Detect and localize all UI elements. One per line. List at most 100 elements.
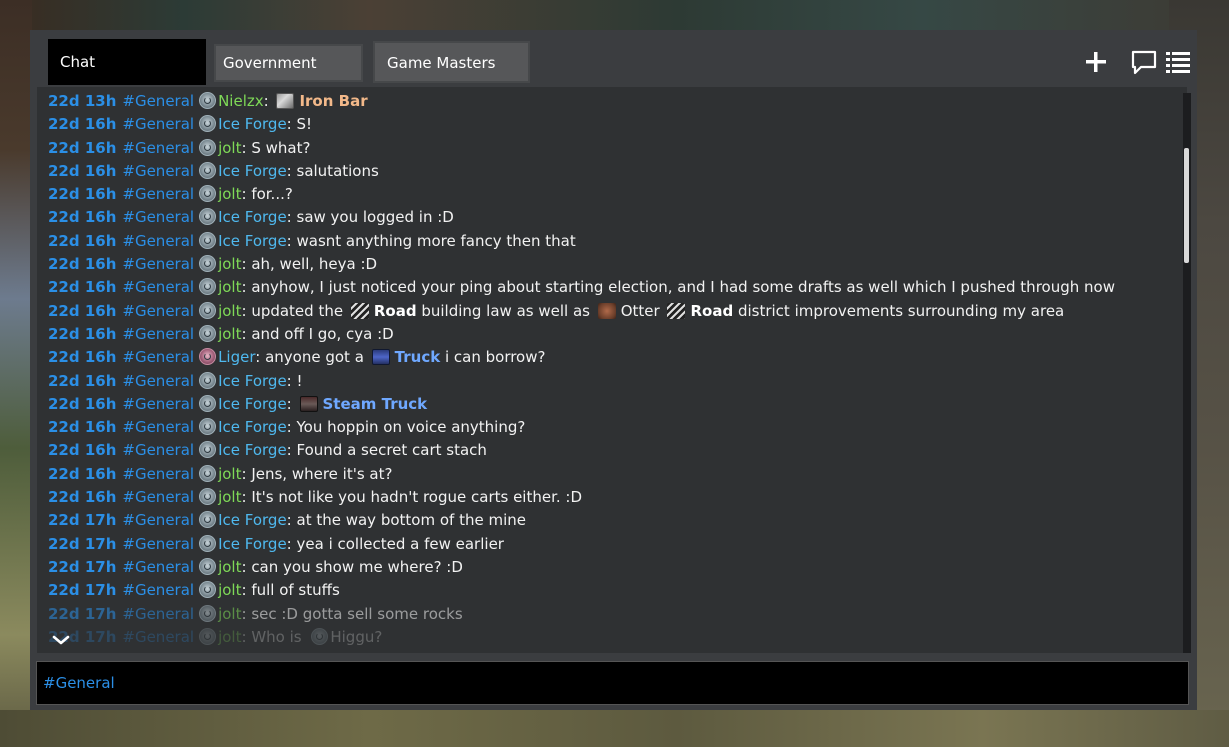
channel-link[interactable]: #General [122, 465, 194, 483]
username-link[interactable]: jolt [218, 185, 241, 203]
message-text: saw you logged in :D [296, 208, 454, 227]
channel-link[interactable]: #General [122, 302, 194, 320]
chat-message: 22d 16h #General jolt: updated the Road bu… [48, 300, 1167, 323]
channel-link[interactable]: #General [122, 418, 194, 436]
username-link[interactable]: Ice Forge [218, 162, 287, 180]
message-text: i can borrow? [440, 348, 546, 367]
message-text: sec :D gotta sell some rocks [251, 604, 463, 623]
message-separator: : [241, 301, 252, 320]
username-link[interactable]: Ice Forge [218, 232, 287, 250]
username-link[interactable]: Ice Forge [218, 511, 287, 529]
channel-link[interactable]: #General [122, 395, 194, 413]
username-link[interactable]: Ice Forge [218, 441, 287, 459]
message-text: full of stuffs [251, 581, 340, 600]
username-link[interactable]: Ice Forge [218, 372, 287, 390]
channel-link[interactable]: #General [122, 185, 194, 203]
chat-input-box[interactable] [36, 661, 1189, 705]
channel-link[interactable]: #General [122, 232, 194, 250]
chat-message: 22d 17h #General jolt: sec :D gotta sell s… [48, 603, 1167, 626]
chat-message: 22d 16h #General jolt: and off I go, cya :… [48, 323, 1167, 346]
chat-scrollbar[interactable] [1183, 93, 1191, 653]
message-separator: : [241, 627, 252, 646]
channel-link[interactable]: #General [122, 558, 194, 576]
username-link[interactable]: jolt [218, 628, 241, 646]
username-link[interactable]: Ice Forge [218, 208, 287, 226]
message-separator: : [241, 255, 252, 274]
channel-link[interactable]: #General [122, 115, 194, 133]
channel-link[interactable]: #General [122, 581, 194, 599]
chat-log[interactable]: 22d 13h #General Nielzx: Iron Bar 22d 16h #G… [37, 87, 1187, 653]
username-link[interactable]: jolt [218, 302, 241, 320]
message-timestamp: 22d 16h [48, 231, 117, 250]
message-text: building law as well as [416, 301, 595, 320]
channel-link[interactable]: #General [122, 208, 194, 226]
scrollbar-thumb[interactable] [1184, 148, 1189, 263]
avatar-icon [199, 534, 217, 552]
username-link[interactable]: Nielzx [218, 92, 264, 110]
username-link[interactable]: jolt [218, 255, 241, 273]
message-separator: : [286, 418, 297, 437]
avatar-icon [199, 161, 217, 179]
channel-link[interactable]: #General [122, 488, 194, 506]
username-link[interactable]: Ice Forge [218, 115, 287, 133]
message-timestamp: 22d 13h [48, 92, 117, 110]
chat-message: 22d 16h #General Ice Forge: saw you logged… [48, 206, 1167, 229]
message-text: Otter [620, 301, 665, 320]
channel-link[interactable]: #General [122, 535, 194, 553]
channel-link[interactable]: #General [122, 348, 194, 366]
username-link[interactable]: jolt [218, 605, 241, 623]
item-link[interactable]: Truck [395, 348, 441, 366]
channel-link[interactable]: #General [122, 325, 194, 343]
item-link[interactable]: Road [690, 302, 733, 320]
channel-link[interactable]: #General [122, 628, 194, 646]
tab-game-masters[interactable]: Game Masters [373, 41, 530, 83]
username-link[interactable]: Ice Forge [218, 535, 287, 553]
channel-link[interactable]: #General [122, 255, 194, 273]
username-link[interactable]: Liger [218, 348, 255, 366]
username-link[interactable]: jolt [218, 488, 241, 506]
plus-icon[interactable] [1082, 48, 1110, 76]
username-link[interactable]: jolt [218, 139, 241, 157]
message-text: wasnt anything more fancy then that [296, 231, 576, 250]
item-link[interactable]: Iron Bar [299, 92, 367, 110]
channel-link[interactable]: #General [122, 441, 194, 459]
chat-message: 22d 16h #General Ice Forge: Found a secret… [48, 439, 1167, 462]
tab-government[interactable]: Government [214, 44, 363, 82]
channel-link[interactable]: #General [122, 278, 194, 296]
list-icon[interactable] [1164, 48, 1192, 76]
avatar-icon [199, 324, 217, 342]
username-link[interactable]: jolt [218, 278, 241, 296]
username-link[interactable]: jolt [218, 325, 241, 343]
avatar-icon [199, 138, 217, 156]
item-link[interactable]: Road [374, 302, 417, 320]
chat-message: 22d 17h #General Ice Forge: at the way bot… [48, 509, 1167, 532]
message-timestamp: 22d 16h [48, 208, 117, 227]
chat-input[interactable] [37, 662, 1188, 704]
steam-truck-icon [299, 395, 318, 412]
chat-bubble-icon[interactable] [1130, 48, 1158, 76]
message-separator: : [286, 534, 297, 553]
username-link[interactable]: jolt [218, 558, 241, 576]
chevron-down-icon[interactable] [49, 628, 73, 652]
channel-link[interactable]: #General [122, 92, 194, 110]
message-separator: : [241, 464, 252, 483]
username-link[interactable]: jolt [218, 465, 241, 483]
avatar-icon [199, 208, 217, 226]
channel-link[interactable]: #General [122, 511, 194, 529]
chat-message: 22d 17h #General jolt: full of stuffs [48, 579, 1167, 602]
message-timestamp: 22d 16h [48, 488, 117, 507]
username-link[interactable]: Ice Forge [218, 418, 287, 436]
username-link[interactable]: jolt [218, 581, 241, 599]
message-separator: : [286, 511, 297, 530]
channel-link[interactable]: #General [122, 139, 194, 157]
channel-link[interactable]: #General [122, 372, 194, 390]
avatar-icon [199, 418, 217, 436]
item-link[interactable]: Steam Truck [323, 395, 428, 413]
message-timestamp: 22d 16h [48, 464, 117, 483]
tab-chat[interactable]: Chat [48, 39, 206, 85]
avatar-icon [199, 255, 217, 273]
channel-link[interactable]: #General [122, 605, 194, 623]
message-timestamp: 22d 16h [48, 161, 117, 180]
channel-link[interactable]: #General [122, 162, 194, 180]
username-link[interactable]: Ice Forge [218, 395, 287, 413]
